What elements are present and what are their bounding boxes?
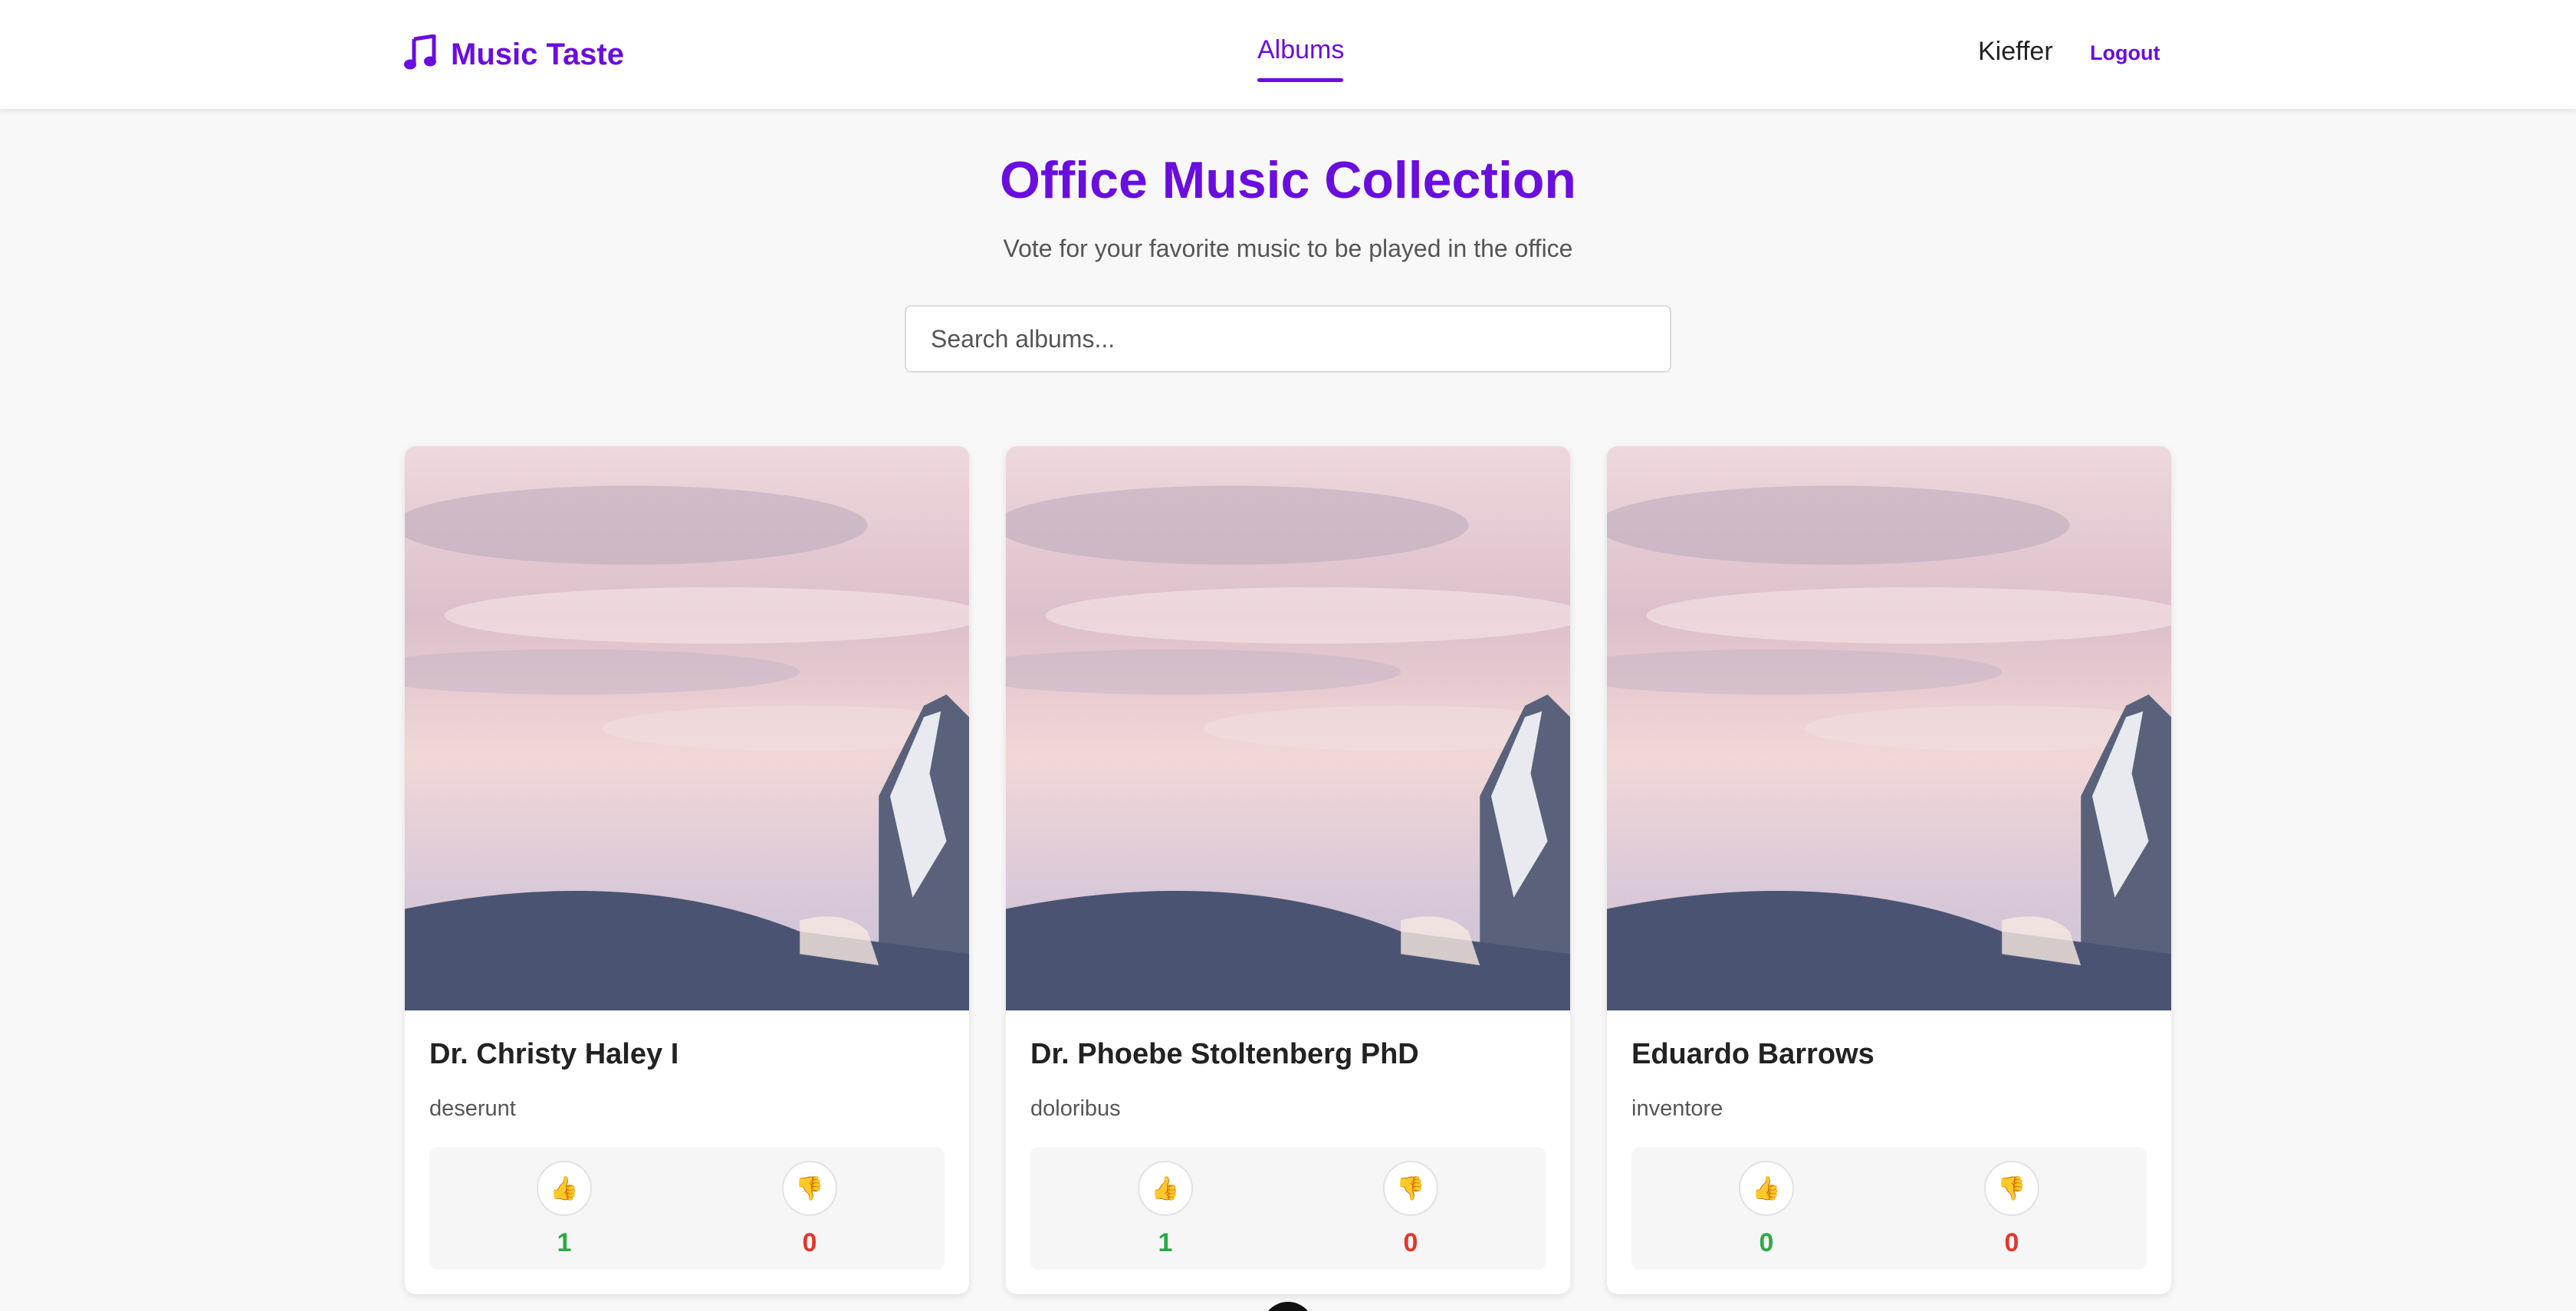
downvote-count: 0 <box>802 1228 817 1257</box>
page-subtitle: Vote for your favorite music to be playe… <box>1003 235 1573 262</box>
logout-button[interactable]: Logout <box>2090 41 2160 65</box>
upvote-count: 0 <box>1759 1228 1774 1257</box>
downvote-button[interactable]: 👎 <box>782 1161 837 1216</box>
vote-panel: 👍 👎 1 0 <box>429 1147 945 1270</box>
search-input[interactable] <box>905 305 1671 373</box>
downvote-button[interactable]: 👎 <box>1383 1161 1438 1216</box>
current-username: Kieffer <box>1978 37 2053 66</box>
thumbs-down-icon: 👎 <box>1396 1175 1425 1201</box>
active-nav-indicator <box>1257 78 1343 82</box>
nav-albums-link[interactable]: Albums <box>1257 35 1344 77</box>
album-subtitle: inventore <box>1631 1096 1723 1121</box>
music-note-icon <box>403 34 437 75</box>
album-card: Dr. Christy Haley I deserunt 👍 👎 1 0 <box>405 446 969 1294</box>
album-card: Eduardo Barrows inventore 👍 👎 0 0 <box>1607 446 2171 1294</box>
album-subtitle: deserunt <box>429 1096 516 1121</box>
vote-panel: 👍 👎 1 0 <box>1030 1147 1546 1270</box>
thumbs-up-icon: 👍 <box>550 1175 579 1201</box>
album-card: Dr. Phoebe Stoltenberg PhD doloribus 👍 👎… <box>1006 446 1570 1294</box>
brand-link[interactable]: Music Taste <box>403 34 624 75</box>
upvote-button[interactable]: 👍 <box>537 1161 592 1216</box>
thumbs-up-icon: 👍 <box>1151 1175 1180 1201</box>
album-title: Dr. Christy Haley I <box>429 1038 679 1070</box>
downvote-count: 0 <box>1403 1228 1418 1257</box>
album-cover-image[interactable] <box>1607 446 2171 1010</box>
album-subtitle: doloribus <box>1030 1096 1121 1121</box>
page-title: Office Music Collection <box>1000 151 1576 209</box>
upvote-button[interactable]: 👍 <box>1739 1161 1794 1216</box>
floating-action-indicator[interactable] <box>1262 1302 1314 1311</box>
top-navbar: Music Taste Albums Kieffer Logout <box>0 0 2576 109</box>
album-title: Eduardo Barrows <box>1631 1038 1875 1070</box>
downvote-count: 0 <box>2004 1228 2019 1257</box>
vote-panel: 👍 👎 0 0 <box>1631 1147 2147 1270</box>
downvote-button[interactable]: 👎 <box>1984 1161 2039 1216</box>
brand-name: Music Taste <box>451 37 624 71</box>
upvote-count: 1 <box>1158 1228 1173 1257</box>
album-cover-image[interactable] <box>1006 446 1570 1010</box>
thumbs-up-icon: 👍 <box>1752 1175 1781 1201</box>
thumbs-down-icon: 👎 <box>795 1175 824 1201</box>
upvote-count: 1 <box>557 1228 572 1257</box>
thumbs-down-icon: 👎 <box>1997 1175 2026 1201</box>
album-cover-image[interactable] <box>405 446 969 1010</box>
upvote-button[interactable]: 👍 <box>1138 1161 1193 1216</box>
album-title: Dr. Phoebe Stoltenberg PhD <box>1030 1038 1419 1070</box>
